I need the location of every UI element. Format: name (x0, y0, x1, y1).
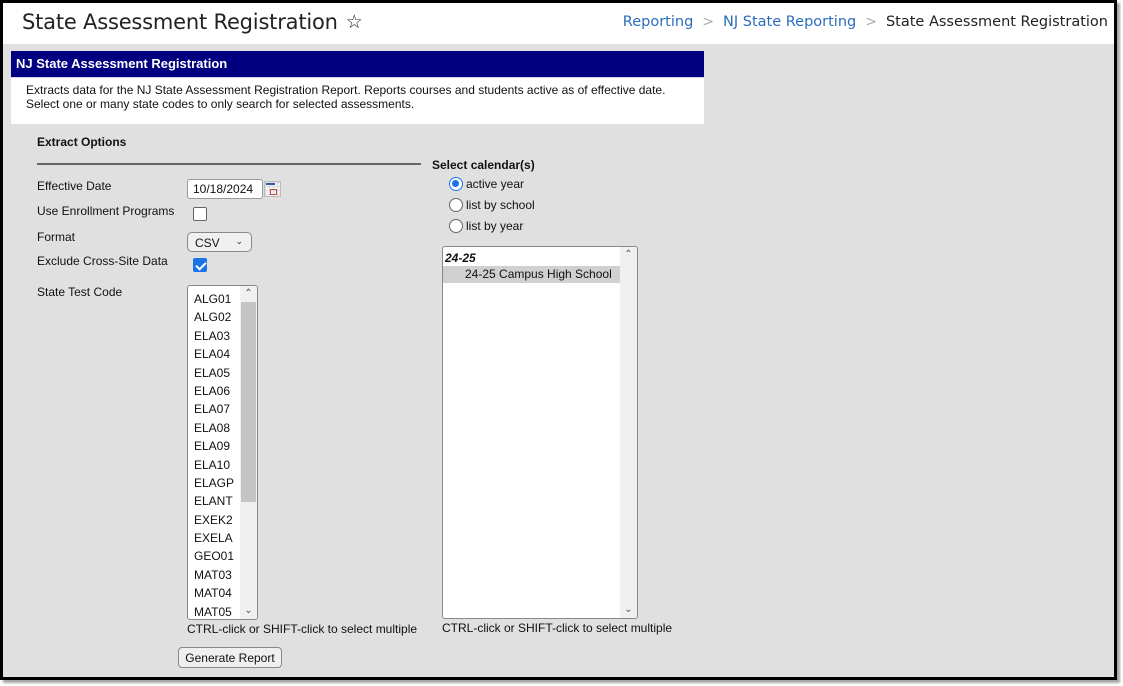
calendar-option[interactable]: 24-25 Campus High School (443, 266, 620, 283)
radio-label: list by school (466, 198, 535, 212)
calendar-listbox[interactable]: 24-25 24-25 Campus High School ⌃ ⌄ (442, 246, 638, 619)
calendar-icon[interactable] (264, 181, 281, 197)
radio-active-year[interactable]: active year (449, 177, 524, 191)
panel-title: NJ State Assessment Registration (11, 51, 704, 77)
panel-description: Extracts data for the NJ State Assessmen… (11, 77, 704, 124)
scroll-up-icon[interactable]: ⌃ (620, 247, 637, 263)
effective-date-input[interactable]: 10/18/2024 (187, 179, 263, 199)
use-enrollment-programs-label: Use Enrollment Programs (37, 204, 175, 218)
state-test-code-listbox[interactable]: ALG01 ALG02 ELA03 ELA04 ELA05 ELA06 ELA07 ELA08… (187, 285, 258, 620)
app-window: State Assessment Registration ☆ Reporting… (0, 0, 1117, 680)
star-outline-icon[interactable]: ☆ (346, 11, 363, 33)
page-title-text: State Assessment Registration (22, 10, 338, 34)
scroll-up-icon[interactable]: ⌃ (240, 286, 257, 302)
radio-list-by-year[interactable]: list by year (449, 219, 523, 233)
report-info-panel: NJ State Assessment Registration Extract… (11, 51, 704, 124)
radio-button[interactable] (449, 198, 463, 212)
exclude-cross-site-label: Exclude Cross-Site Data (37, 254, 168, 268)
radio-label: active year (466, 177, 525, 191)
scrollbar[interactable]: ⌃ ⌄ (240, 286, 257, 619)
chevron-right-icon: > (702, 14, 715, 30)
format-value: CSV (195, 236, 220, 250)
format-select[interactable]: CSV ⌄ (187, 232, 252, 252)
exclude-cross-site-checkbox[interactable] (193, 258, 207, 272)
page-header: State Assessment Registration ☆ Reporting… (3, 3, 1114, 44)
generate-report-button[interactable]: Generate Report (178, 647, 282, 668)
page-title: State Assessment Registration ☆ (22, 10, 363, 34)
radio-list-by-school[interactable]: list by school (449, 198, 535, 212)
format-label: Format (37, 230, 76, 244)
scroll-thumb[interactable] (241, 302, 256, 502)
breadcrumb-nj-state-reporting[interactable]: NJ State Reporting (723, 14, 856, 30)
radio-button[interactable] (449, 219, 463, 233)
chevron-right-icon: > (865, 14, 877, 30)
calendar-group-label: 24-25 (445, 251, 476, 265)
radio-button[interactable] (449, 177, 463, 191)
breadcrumb-reporting[interactable]: Reporting (623, 14, 694, 30)
test-code-multi-select-hint: CTRL-click or SHIFT-click to select mult… (187, 622, 418, 636)
chevron-down-icon: ⌄ (235, 236, 243, 246)
description-line-1: Extracts data for the NJ State Assessmen… (26, 83, 666, 97)
scroll-down-icon[interactable]: ⌄ (620, 602, 637, 618)
state-test-code-label: State Test Code (37, 285, 123, 299)
use-enrollment-programs-checkbox[interactable] (193, 207, 207, 221)
select-calendars-title: Select calendar(s) (432, 158, 535, 172)
section-divider (37, 163, 421, 165)
scroll-down-icon[interactable]: ⌄ (240, 603, 257, 619)
breadcrumb-current: State Assessment Registration (885, 14, 1108, 30)
breadcrumb: Reporting > NJ State Reporting > State A… (623, 14, 1108, 30)
calendar-multi-select-hint: CTRL-click or SHIFT-click to select mult… (442, 621, 673, 635)
extract-options-title: Extract Options (37, 135, 127, 149)
scrollbar[interactable]: ⌃ ⌄ (620, 247, 637, 618)
radio-label: list by year (466, 219, 524, 233)
effective-date-label: Effective Date (37, 179, 112, 193)
description-line-2: Select one or many state codes to only s… (26, 97, 415, 111)
